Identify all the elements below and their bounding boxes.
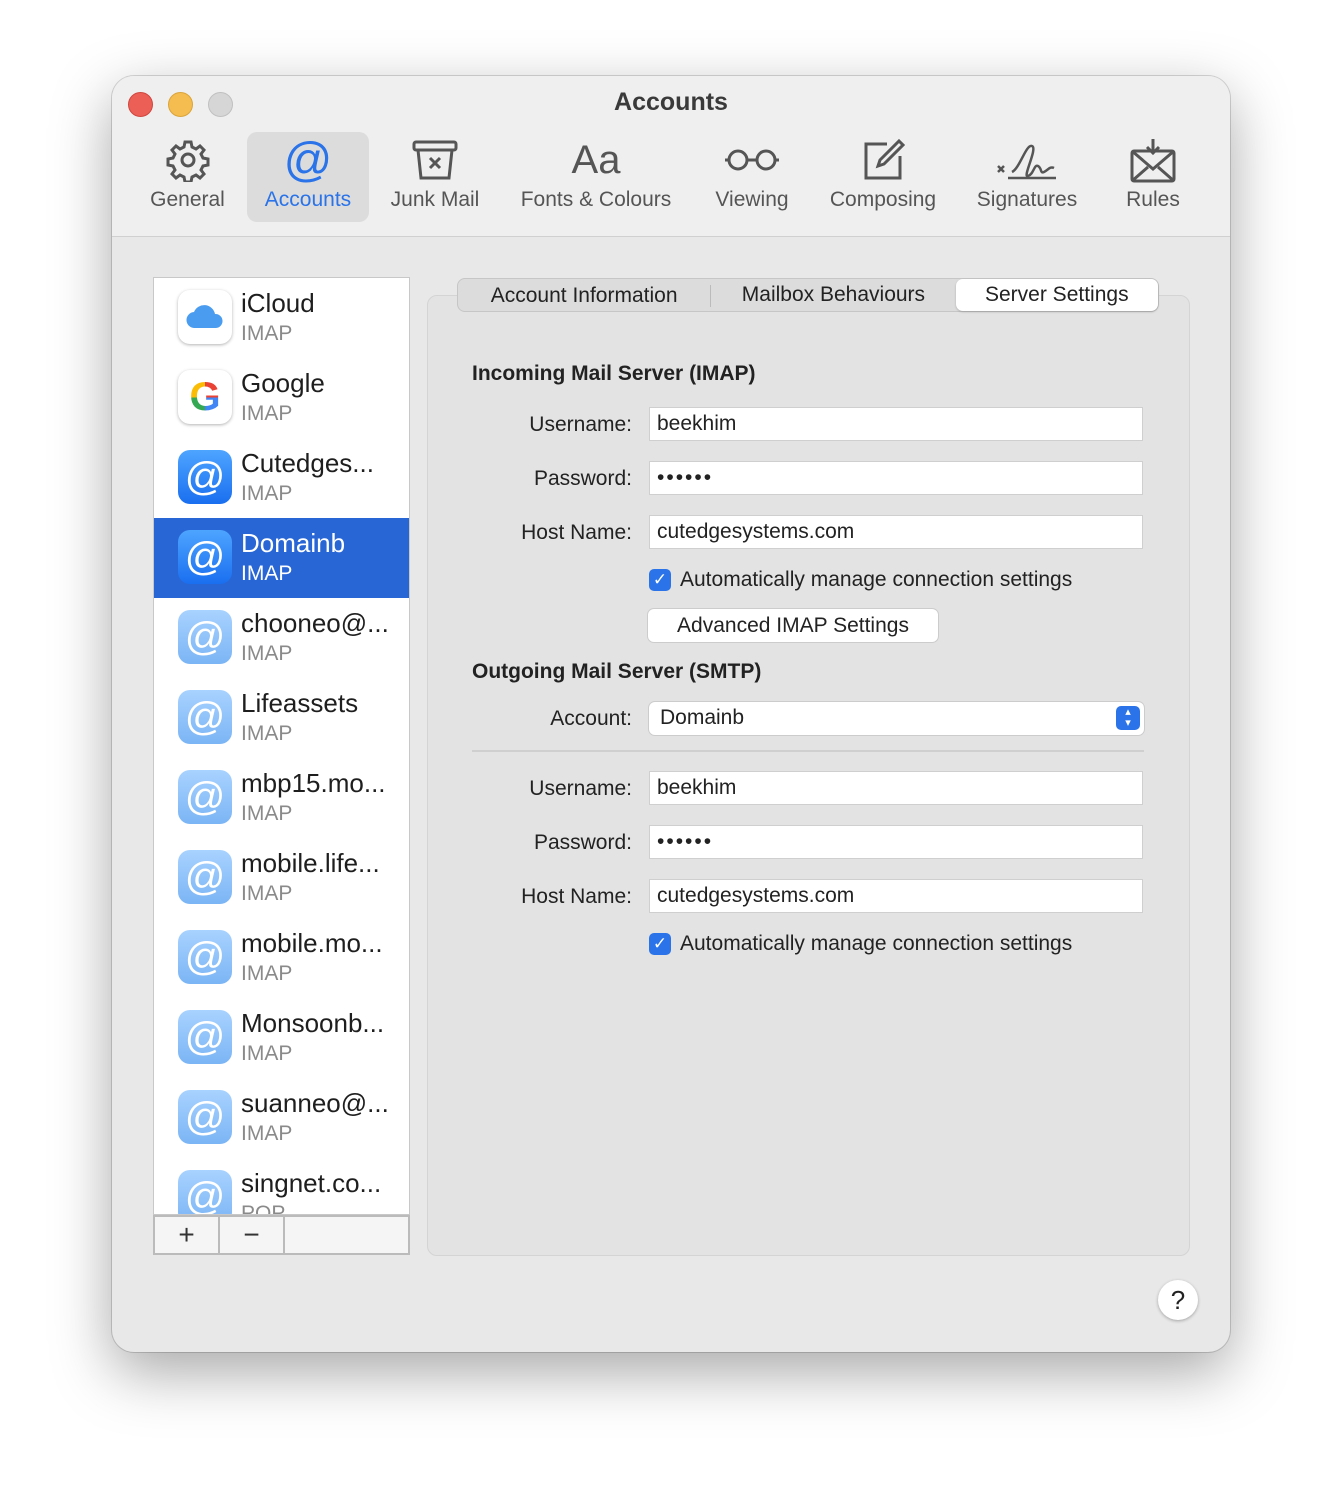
junk-bin-icon: [380, 132, 490, 188]
icloud-icon: [178, 290, 232, 344]
glasses-icon: [704, 132, 800, 188]
outgoing-auto-manage-checkbox[interactable]: ✓ Automatically manage connection setting…: [649, 932, 1072, 956]
checkmark-icon: ✓: [649, 933, 671, 955]
incoming-username-label: Username:: [529, 413, 632, 436]
checkmark-icon: ✓: [649, 569, 671, 591]
account-row[interactable]: iCloud IMAP: [154, 278, 409, 358]
account-row[interactable]: @ mbp15.mo... IMAP: [154, 758, 409, 838]
at-icon: @: [178, 1010, 232, 1064]
signature-icon: [966, 132, 1088, 188]
outgoing-host-field[interactable]: cutedgesystems.com: [649, 879, 1143, 913]
outgoing-heading: Outgoing Mail Server (SMTP): [472, 660, 762, 683]
account-type: IMAP: [241, 322, 293, 345]
at-icon: @: [178, 770, 232, 824]
tab-account-information[interactable]: Account Information: [458, 284, 712, 307]
toolbar-junk-mail[interactable]: Junk Mail: [380, 132, 490, 222]
account-name: singnet.co...: [241, 1168, 382, 1198]
account-type: IMAP: [241, 482, 293, 505]
incoming-password-field[interactable]: ••••••: [649, 461, 1143, 495]
gear-icon: [140, 132, 235, 188]
account-type: IMAP: [241, 402, 293, 425]
list-toolbar: + −: [153, 1215, 410, 1255]
incoming-host-field[interactable]: cutedgesystems.com: [649, 515, 1143, 549]
account-row[interactable]: @ suanneo@... IMAP: [154, 1078, 409, 1158]
outgoing-password-field[interactable]: ••••••: [649, 825, 1143, 859]
settings-tabs: Account Information Mailbox Behaviours S…: [457, 278, 1159, 312]
tab-mailbox-behaviours[interactable]: Mailbox Behaviours: [711, 279, 955, 311]
accounts-window: Accounts General @ Accounts Junk Mail Aa…: [112, 76, 1230, 1352]
incoming-heading: Incoming Mail Server (IMAP): [472, 362, 756, 385]
incoming-username-field[interactable]: beekhim: [649, 407, 1143, 441]
window-title: Accounts: [614, 88, 728, 116]
incoming-auto-manage-checkbox[interactable]: ✓ Automatically manage connection setting…: [649, 568, 1072, 592]
at-icon: @: [178, 530, 232, 584]
account-row[interactable]: @ Domainb IMAP: [154, 518, 409, 598]
toolbar-fonts-colours[interactable]: Aa Fonts & Colours: [506, 132, 686, 222]
toolbar-general[interactable]: General: [140, 132, 235, 222]
account-row[interactable]: @ mobile.life... IMAP: [154, 838, 409, 918]
account-name: mobile.life...: [241, 848, 380, 878]
account-name: Monsoonb...: [241, 1008, 385, 1038]
add-account-button[interactable]: +: [155, 1217, 220, 1253]
account-name: Domainb: [241, 528, 346, 558]
at-icon: @: [283, 133, 333, 187]
account-type: IMAP: [241, 642, 293, 665]
at-icon: @: [178, 850, 232, 904]
at-icon: @: [178, 450, 232, 504]
incoming-host-label: Host Name:: [521, 521, 632, 544]
account-type: IMAP: [241, 882, 293, 905]
account-row[interactable]: G Google IMAP: [154, 358, 409, 438]
incoming-password-label: Password:: [533, 467, 632, 490]
remove-account-button[interactable]: −: [220, 1217, 285, 1253]
toolbar-rules[interactable]: Rules: [1108, 132, 1198, 222]
advanced-imap-settings-button[interactable]: Advanced IMAP Settings: [648, 609, 938, 642]
account-name: mobile.mo...: [241, 928, 383, 958]
account-type: IMAP: [241, 722, 293, 745]
account-row[interactable]: @ singnet.co... POP: [154, 1158, 409, 1215]
outgoing-account-select[interactable]: Domainb ▴ ▾: [649, 702, 1144, 735]
at-icon: @: [178, 690, 232, 744]
compose-icon: [818, 132, 948, 188]
outgoing-username-label: Username:: [529, 777, 632, 800]
outgoing-host-label: Host Name:: [521, 885, 632, 908]
account-row[interactable]: @ Cutedges... IMAP: [154, 438, 409, 518]
account-name: mbp15.mo...: [241, 768, 386, 798]
account-name: Lifeassets: [241, 688, 359, 718]
toolbar-viewing[interactable]: Viewing: [704, 132, 800, 222]
at-icon: @: [178, 610, 232, 664]
account-type: IMAP: [241, 802, 293, 825]
fonts-icon: Aa: [571, 137, 621, 182]
account-type: IMAP: [241, 1122, 293, 1145]
account-name: Cutedges...: [241, 448, 374, 478]
divider: [472, 750, 1144, 752]
toolbar-signatures[interactable]: Signatures: [966, 132, 1088, 222]
toolbar-composing[interactable]: Composing: [818, 132, 948, 222]
chevron-updown-icon: ▴ ▾: [1116, 706, 1140, 730]
outgoing-password-label: Password:: [533, 831, 632, 854]
rules-icon: [1108, 132, 1198, 188]
accounts-list[interactable]: iCloud IMAP G Google IMAP @ Cutedges... IMAP @ Do…: [153, 277, 410, 1215]
at-icon: @: [178, 930, 232, 984]
account-type: IMAP: [241, 1042, 293, 1065]
toolbar-accounts[interactable]: @ Accounts: [247, 132, 369, 222]
account-type: IMAP: [241, 962, 293, 985]
account-row[interactable]: @ Lifeassets IMAP: [154, 678, 409, 758]
account-type: POP: [241, 1202, 286, 1215]
outgoing-username-field[interactable]: beekhim: [649, 771, 1143, 805]
at-icon: @: [178, 1090, 232, 1144]
account-type: IMAP: [241, 562, 293, 585]
help-button[interactable]: ?: [1158, 1280, 1198, 1320]
account-name: iCloud: [241, 288, 315, 318]
account-row[interactable]: @ mobile.mo... IMAP: [154, 918, 409, 998]
account-row[interactable]: @ chooneo@... IMAP: [154, 598, 409, 678]
at-icon: @: [178, 1170, 232, 1214]
account-name: Google: [241, 368, 325, 398]
google-icon: G: [178, 370, 232, 424]
account-row[interactable]: @ Monsoonb... IMAP: [154, 998, 409, 1078]
account-name: chooneo@...: [241, 608, 389, 638]
account-name: suanneo@...: [241, 1088, 389, 1118]
title-bar: Accounts General @ Accounts Junk Mail Aa…: [112, 76, 1230, 237]
outgoing-account-label: Account:: [550, 707, 632, 730]
tab-server-settings[interactable]: Server Settings: [955, 279, 1158, 311]
